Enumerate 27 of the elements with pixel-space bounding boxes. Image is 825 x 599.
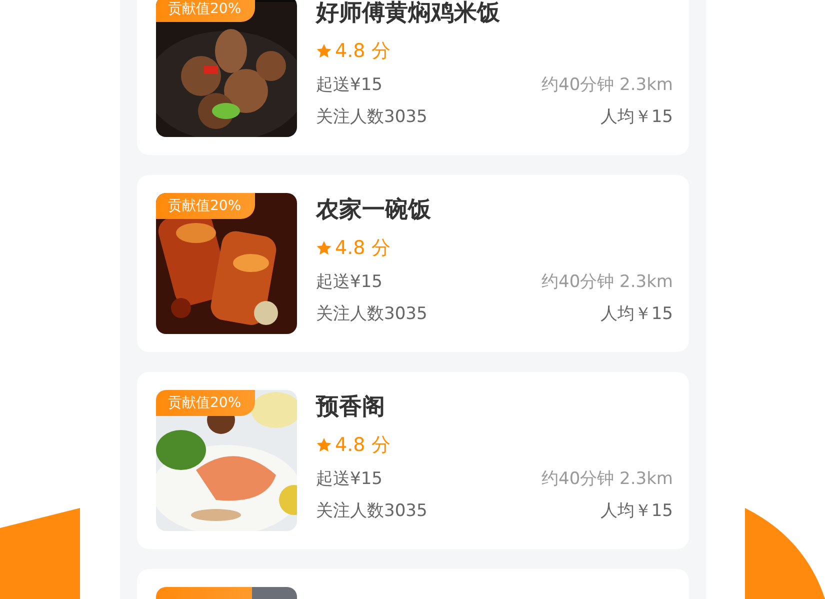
min-order-text: 起送¥15 [316,271,382,294]
followers-text: 关注人数3035 [316,303,428,326]
contribution-badge: 贡献值20% [156,0,256,22]
contribution-badge: 贡献值20% [156,390,256,416]
shop-card[interactable]: 贡献值20% 预香阁 4.8 分 起送¥15 约40分钟 2.3km 关注人数3035 人均￥15 [137,372,689,549]
delivery-text: 约40分钟 2.3km [542,74,673,97]
followers-text: 关注人数3035 [316,106,428,129]
per-capita-text: 人均￥15 [600,303,673,326]
per-capita-text: 人均￥15 [600,106,673,129]
rating-text: 4.8 分 [335,433,390,458]
delivery-text: 约40分钟 2.3km [542,468,673,491]
followers-text: 关注人数3035 [316,500,428,523]
per-capita-text: 人均￥15 [600,500,673,523]
min-order-text: 起送¥15 [316,74,382,97]
shop-name: 农家一碗饭 [316,196,432,225]
rating-text: 4.8 分 [335,236,390,261]
shop-card[interactable]: 贡献值20% 好师傅黄焖鸡米饭 4.8 分 起送¥15 约40分钟 2.3km 关注人数3035 人均￥15 [137,0,689,155]
rating-text: 4.8 分 [335,39,390,64]
shop-card[interactable]: 贡献值20% 农家一碗饭 4.8 分 起送¥15 约40分钟 2.3km 关注人数3035 人均￥15 [137,175,689,352]
shop-name: 预香阁 [316,393,386,422]
star-icon [316,240,332,256]
star-icon [316,43,332,59]
delivery-text: 约40分钟 2.3km [542,271,673,294]
shop-name: 好师傅黄焖鸡米饭 [316,0,501,28]
min-order-text: 起送¥15 [316,468,382,491]
star-icon [316,437,332,453]
contribution-badge: 贡献值20% [156,193,256,219]
